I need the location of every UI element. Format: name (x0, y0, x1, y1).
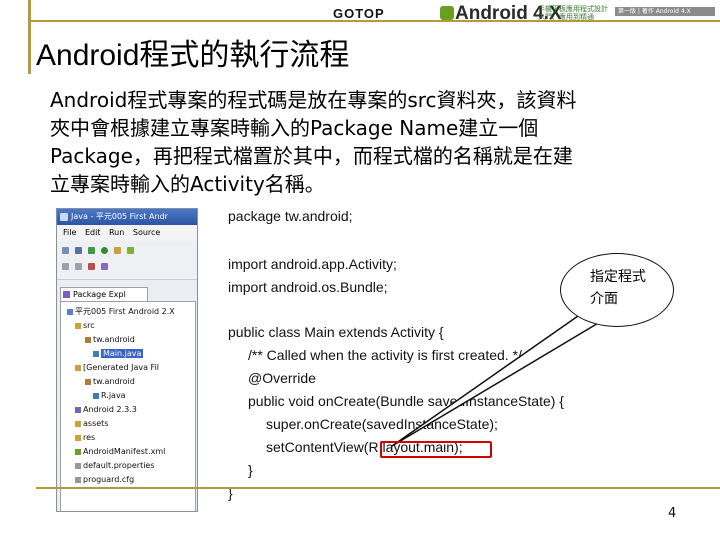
callout-line-1: 指定程式 (590, 269, 646, 285)
footer-rule (36, 487, 720, 489)
callout-line-2: 介面 (590, 291, 618, 307)
highlight-box (380, 441, 492, 458)
page-number: 4 (668, 506, 677, 521)
callout-text: 指定程式 介面 (590, 266, 646, 310)
